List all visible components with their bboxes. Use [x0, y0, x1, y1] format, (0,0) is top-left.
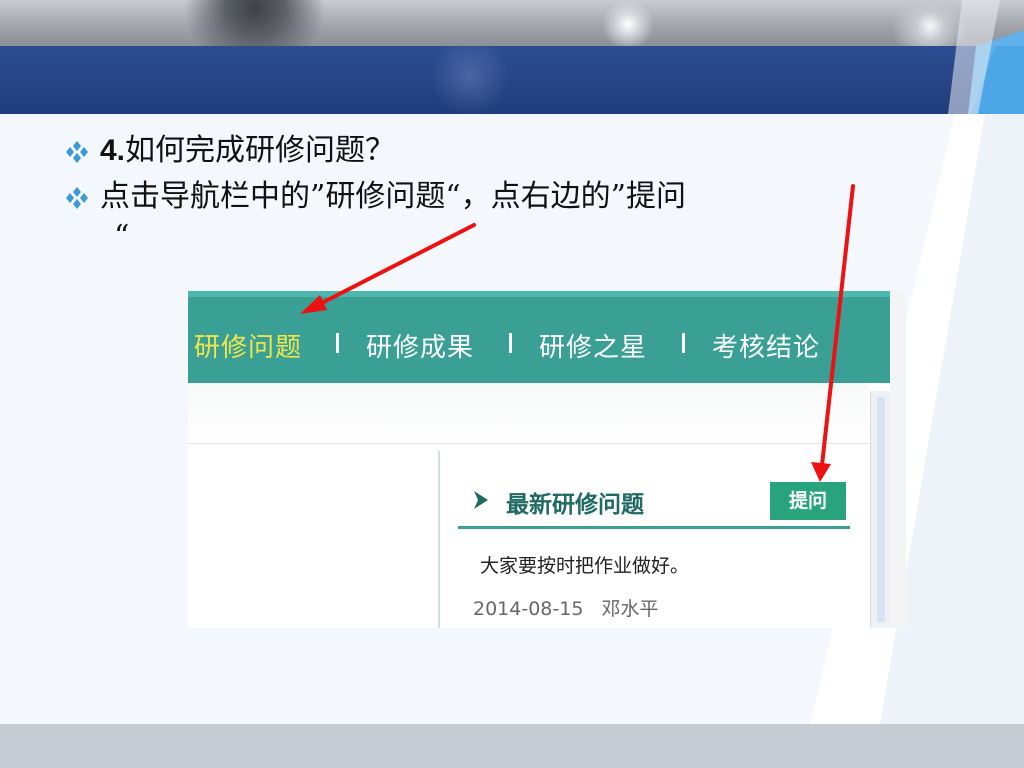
question-author: 邓水平	[601, 598, 659, 620]
bullet-item-1: 4.如何完成研修问题？	[62, 128, 962, 174]
nav-item-research-questions[interactable]: 研修问题	[194, 327, 302, 364]
scrollbar[interactable]	[870, 391, 891, 628]
footer-band	[0, 724, 1024, 768]
bullet-list: 4.如何完成研修问题？ 点击导航栏中的”研修问题“，点右边的”提问 “	[62, 128, 962, 254]
diamond-bullet-icon	[66, 187, 88, 209]
bullet-item-2: 点击导航栏中的”研修问题“，点右边的”提问	[62, 174, 962, 220]
nav-item-research-results[interactable]: 研修成果	[366, 327, 474, 364]
panel-title: 最新研修问题	[506, 492, 644, 518]
nav-separator	[682, 333, 685, 353]
scrollbar-thumb[interactable]	[877, 397, 885, 622]
diamond-bullet-icon	[66, 141, 88, 163]
panel-underline	[458, 526, 850, 529]
nav-separator	[509, 333, 512, 353]
sub-toolbar	[188, 383, 868, 444]
nav-separator	[336, 333, 339, 353]
question-date: 2014-08-15	[473, 598, 584, 620]
bullet-continuation: “	[114, 219, 130, 254]
question-title-link[interactable]: 大家要按时把作业做好。	[480, 551, 689, 578]
nav-item-assessment-conclusion[interactable]: 考核结论	[712, 327, 820, 364]
bullet-number: 4.	[100, 134, 126, 167]
column-divider	[438, 451, 440, 628]
window-edge	[890, 291, 906, 628]
slide: 4.如何完成研修问题？ 点击导航栏中的”研修问题“，点右边的”提问 “ 研修问题…	[0, 0, 1024, 768]
bullet-text: 如何完成研修问题？	[125, 133, 396, 168]
embedded-screenshot: 研修问题 研修成果 研修之星 考核结论 最新研修问题 提问 大家要按时把作业做好…	[188, 291, 906, 628]
bullet-text: 点击导航栏中的”研修问题“，点右边的”提问	[100, 179, 687, 214]
ask-question-button[interactable]: 提问	[770, 482, 846, 520]
nav-item-research-stars[interactable]: 研修之星	[539, 327, 647, 364]
chevron-right-icon	[474, 491, 488, 509]
nav-bar: 研修问题 研修成果 研修之星 考核结论	[188, 291, 890, 383]
question-meta: 2014-08-15 邓水平	[473, 594, 659, 621]
